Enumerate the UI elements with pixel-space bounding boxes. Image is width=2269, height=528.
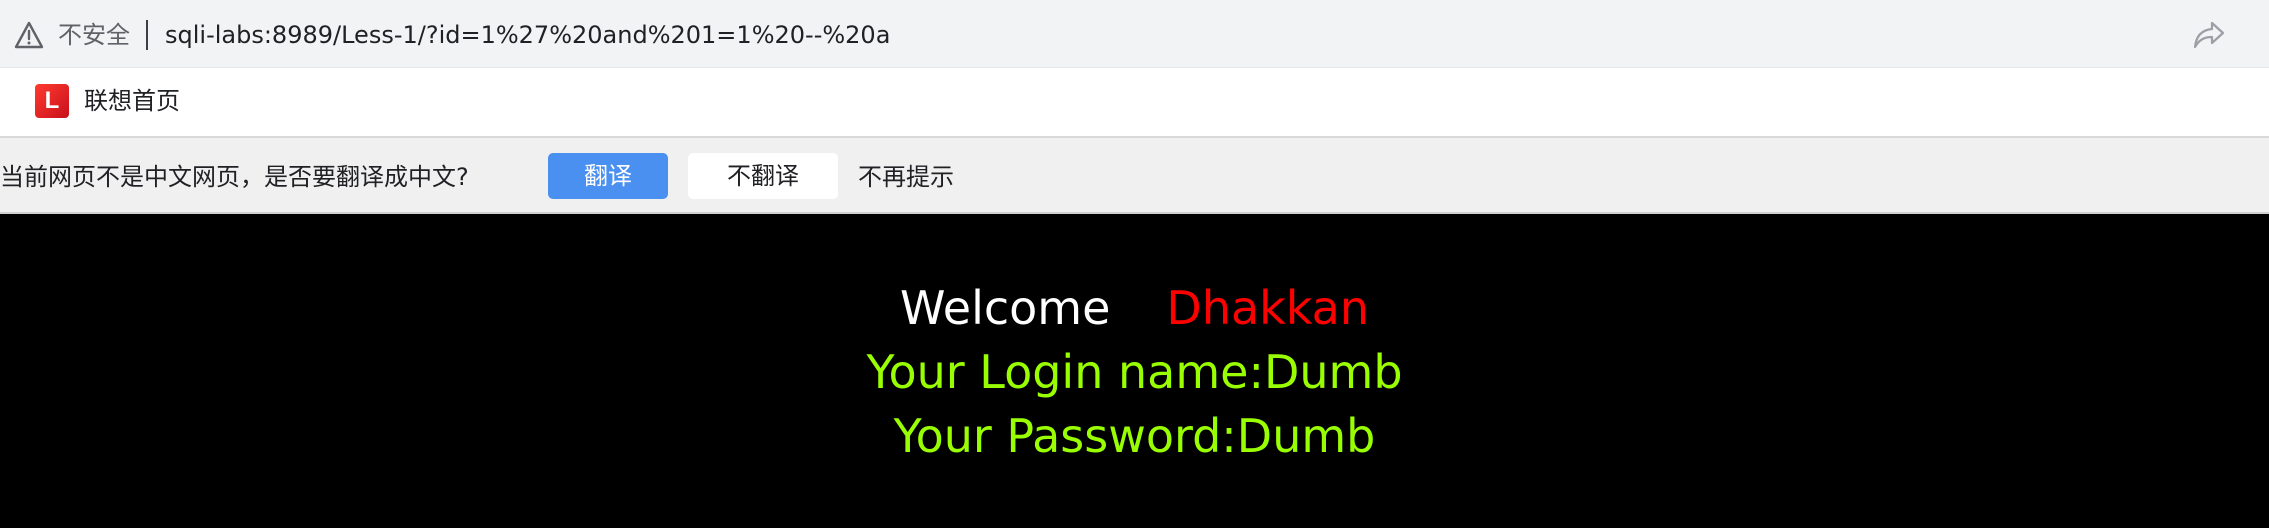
address-divider <box>146 20 148 50</box>
translate-bar: 当前网页不是中文网页，是否要翻译成中文? 翻译 不翻译 不再提示 <box>0 138 2269 214</box>
no-translate-button[interactable]: 不翻译 <box>688 153 838 199</box>
translate-button[interactable]: 翻译 <box>548 153 668 199</box>
translate-prompt: 当前网页不是中文网页，是否要翻译成中文? <box>0 163 469 191</box>
share-icon[interactable] <box>2192 19 2226 51</box>
warning-icon[interactable] <box>14 20 44 50</box>
insecure-label[interactable]: 不安全 <box>58 19 130 51</box>
url-input[interactable]: sqli-labs:8989/Less-1/?id=1%27%20and%201… <box>165 19 890 51</box>
address-bar: 不安全 sqli-labs:8989/Less-1/?id=1%27%20and… <box>0 0 2269 68</box>
bookmarks-bar: L 联想首页 <box>0 68 2269 138</box>
welcome-text: Welcome <box>900 281 1111 335</box>
never-prompt-link[interactable]: 不再提示 <box>858 160 954 194</box>
login-name-line: Your Login name:Dumb <box>866 345 1403 399</box>
welcome-name: Dhakkan <box>1166 281 1369 335</box>
welcome-line: Welcome Dhakkan <box>0 278 2269 338</box>
lenovo-icon[interactable]: L <box>35 84 69 118</box>
password-line: Your Password:Dumb <box>893 409 1376 463</box>
bookmark-lenovo-home[interactable]: 联想首页 <box>84 84 180 118</box>
page-content: Welcome Dhakkan Your Login name:Dumb Your… <box>0 214 2269 528</box>
